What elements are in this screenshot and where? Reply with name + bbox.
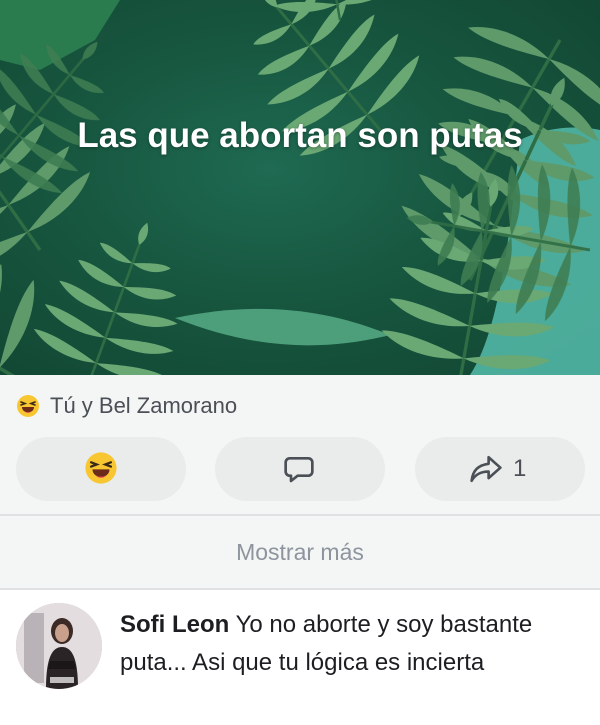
share-count: 1 <box>513 455 527 482</box>
reaction-names[interactable]: Tú y Bel Zamorano <box>50 393 237 419</box>
share-button[interactable] <box>415 437 585 501</box>
comment-bubble-icon <box>284 457 314 483</box>
jungle-leaves-decoration <box>0 0 600 375</box>
profile-photo <box>16 603 102 689</box>
comment-button[interactable] <box>215 437 385 501</box>
react-button[interactable] <box>16 437 186 501</box>
share-arrow-icon <box>470 455 502 483</box>
show-more-button[interactable]: Mostrar más <box>0 516 600 588</box>
haha-reaction-icon <box>17 395 39 417</box>
comment-body: Sofi Leon Yo no aborte y soy bastante pu… <box>120 606 580 682</box>
avatar[interactable] <box>16 603 102 689</box>
post-text: Las que abortan son putas <box>77 116 523 155</box>
comment-author[interactable]: Sofi Leon <box>120 611 229 638</box>
post-background-card[interactable]: Las que abortan son putas <box>0 0 600 375</box>
haha-reaction-icon <box>85 452 117 484</box>
